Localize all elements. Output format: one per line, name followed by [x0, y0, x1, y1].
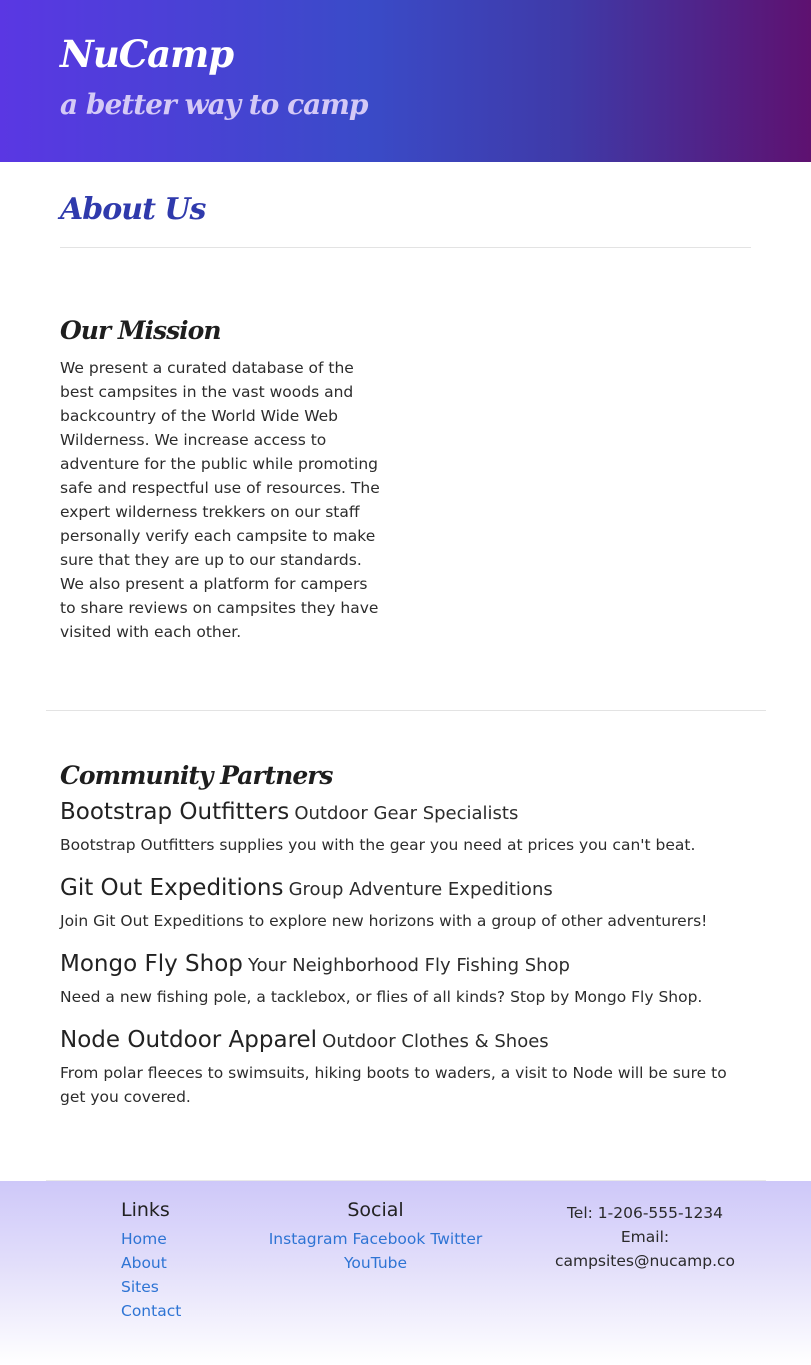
partner-title: Node Outdoor Apparel Outdoor Clothes & S… [60, 1027, 760, 1053]
social-link-twitter[interactable]: Twitter [430, 1230, 482, 1248]
social-link-youtube[interactable]: YouTube [344, 1254, 407, 1272]
partner-title: Mongo Fly Shop Your Neighborhood Fly Fis… [60, 951, 760, 977]
partner-tagline: Your Neighborhood Fly Fishing Shop [247, 955, 570, 976]
partner-name: Mongo Fly Shop [60, 951, 243, 977]
footer-social: Social Instagram Facebook Twitter YouTub… [262, 1199, 489, 1275]
contact-tel: Tel: 1-206-555-1234 [566, 1204, 724, 1222]
footer-social-heading: Social [347, 1199, 404, 1221]
page-title: About Us [60, 192, 206, 227]
partner-name: Git Out Expeditions [60, 875, 284, 901]
footer-contact: Tel: 1-206-555-1234 Email: campsites@nuc… [545, 1201, 745, 1273]
footer-link-home[interactable]: Home [121, 1227, 181, 1251]
partner-tagline: Outdoor Clothes & Shoes [322, 1031, 549, 1052]
partners-heading: Community Partners [60, 761, 333, 790]
social-link-instagram[interactable]: Instagram [269, 1230, 348, 1248]
footer-links-heading: Links [121, 1199, 170, 1221]
partner-description: From polar fleeces to swimsuits, hiking … [60, 1064, 727, 1106]
partner-git-out-expeditions: Git Out Expeditions Group Adventure Expe… [60, 875, 760, 933]
divider [60, 247, 751, 248]
partner-node-outdoor-apparel: Node Outdoor Apparel Outdoor Clothes & S… [60, 1027, 760, 1109]
footer-link-sites[interactable]: Sites [121, 1275, 181, 1299]
partner-mongo-fly-shop: Mongo Fly Shop Your Neighborhood Fly Fis… [60, 951, 760, 1009]
partner-tagline: Outdoor Gear Specialists [294, 803, 519, 824]
site-footer: Links Home About Sites Contact Social In… [0, 1181, 811, 1365]
partner-title: Bootstrap Outfitters Outdoor Gear Specia… [60, 799, 760, 825]
partner-name: Bootstrap Outfitters [60, 799, 290, 825]
partner-description: Join Git Out Expeditions to explore new … [60, 912, 708, 930]
footer-links: Links Home About Sites Contact [121, 1199, 181, 1323]
partner-description: Need a new fishing pole, a tacklebox, or… [60, 988, 703, 1006]
mission-text: We present a curated database of the bes… [60, 359, 380, 641]
footer-link-about[interactable]: About [121, 1251, 181, 1275]
partner-title: Git Out Expeditions Group Adventure Expe… [60, 875, 760, 901]
contact-email-label: Email: [620, 1228, 670, 1246]
brand-title: NuCamp [60, 32, 234, 76]
partner-description: Bootstrap Outfitters supplies you with t… [60, 836, 696, 854]
partner-name: Node Outdoor Apparel [60, 1027, 318, 1053]
partner-bootstrap-outfitters: Bootstrap Outfitters Outdoor Gear Specia… [60, 799, 760, 857]
site-header: NuCamp a better way to camp [0, 0, 811, 162]
partner-tagline: Group Adventure Expeditions [288, 879, 553, 900]
mission-heading: Our Mission [60, 316, 221, 345]
divider [46, 710, 766, 711]
contact-email: campsites@nucamp.co [554, 1252, 736, 1270]
social-links: Instagram Facebook Twitter YouTube [262, 1227, 489, 1275]
social-link-facebook[interactable]: Facebook [353, 1230, 426, 1248]
footer-link-contact[interactable]: Contact [121, 1299, 181, 1323]
brand-tagline: a better way to camp [60, 88, 368, 121]
